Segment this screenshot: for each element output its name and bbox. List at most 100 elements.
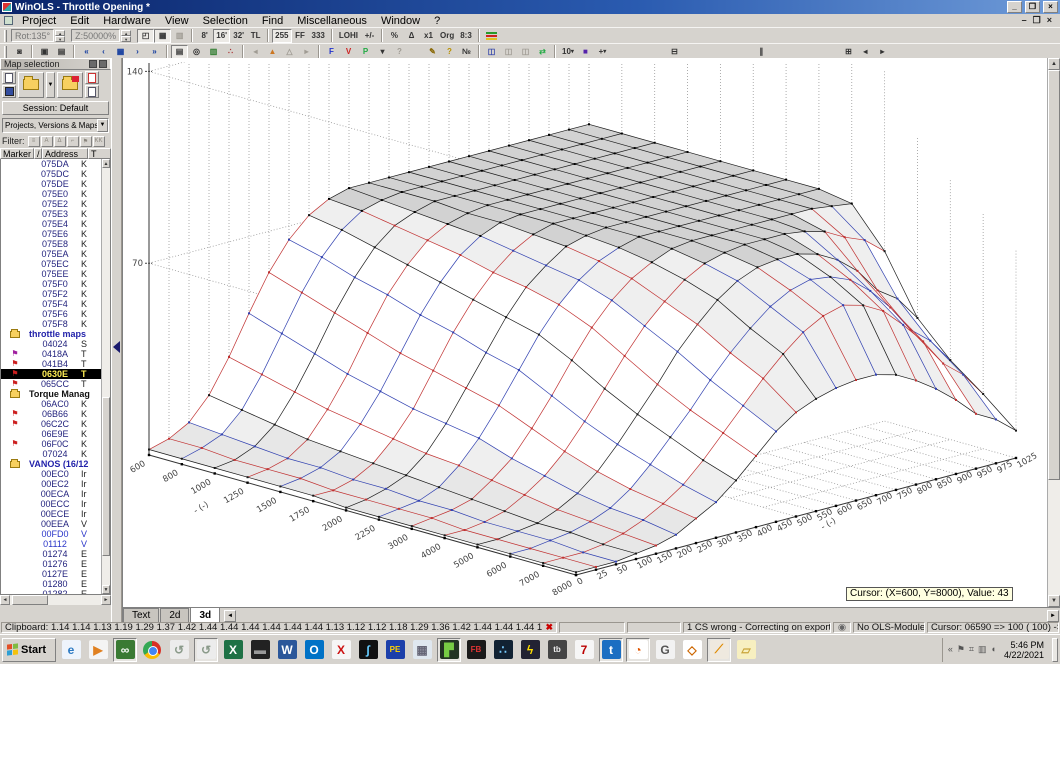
view-scroll-up-icon[interactable]: ▲ bbox=[1048, 58, 1060, 70]
menu-item-find[interactable]: Find bbox=[255, 15, 290, 27]
arrange-horizontal-button[interactable]: ⊟ bbox=[666, 45, 683, 59]
map-row[interactable]: 01280 E bbox=[1, 579, 110, 589]
tab-text[interactable]: Text bbox=[123, 608, 160, 622]
menu-item-miscellaneous[interactable]: Miscellaneous bbox=[290, 15, 374, 27]
map-row[interactable]: 075E2 K bbox=[1, 199, 110, 209]
preview-window-button[interactable]: ◎ bbox=[188, 45, 205, 59]
map-row[interactable]: 075F8 K bbox=[1, 319, 110, 329]
filter-button-1[interactable]: A bbox=[40, 135, 53, 147]
taskbar-security-app-button[interactable]: ◔ bbox=[626, 637, 650, 662]
display-octal-button[interactable]: 333 bbox=[309, 29, 328, 43]
zoom-level-button[interactable]: 10 ▾ bbox=[559, 45, 577, 59]
map-row[interactable]: 075F0 K bbox=[1, 279, 110, 289]
tab-3d[interactable]: 3d bbox=[190, 607, 221, 622]
map-row[interactable]: 075F4 K bbox=[1, 299, 110, 309]
menu-item-help[interactable]: ? bbox=[427, 15, 447, 27]
scroll-down-icon[interactable]: ▼ bbox=[102, 585, 110, 594]
view-2d-button[interactable]: ◰ bbox=[137, 28, 155, 43]
taskbar-eeprom-fb-button[interactable]: FB bbox=[464, 638, 488, 662]
splitter-collapse-icon[interactable] bbox=[113, 341, 120, 353]
taskbar-folder-button[interactable]: ▱ bbox=[734, 638, 758, 662]
new-map-button[interactable] bbox=[2, 71, 16, 84]
map-selection-toggle-button[interactable]: ▤ bbox=[171, 44, 188, 59]
map-row[interactable]: 075E4 K bbox=[1, 219, 110, 229]
map-row[interactable]: 0127E E bbox=[1, 569, 110, 579]
column-slash[interactable]: / bbox=[34, 148, 42, 159]
bookmark-next-button[interactable]: ▸ bbox=[298, 45, 315, 59]
map-folder-row[interactable]: throttle maps bbox=[1, 328, 110, 339]
scroll-up-icon[interactable]: ▲ bbox=[102, 159, 110, 168]
chart-view-3-button[interactable]: ◫ bbox=[517, 45, 534, 59]
filter-functions-button[interactable]: F bbox=[323, 45, 340, 59]
swap-axes-button[interactable]: ⇄ bbox=[534, 45, 551, 59]
byte-order-lohi-button[interactable]: LOHI bbox=[336, 29, 361, 43]
rotation-spinner[interactable]: Rot:135° ▲ ▼ bbox=[11, 29, 66, 42]
map-row[interactable]: 075DC K bbox=[1, 169, 110, 179]
taskbar-winols-button[interactable]: ∞ bbox=[113, 637, 137, 662]
arrange-grid-button[interactable]: ⊞ bbox=[840, 45, 857, 59]
map-folder-row[interactable]: Torque Manag bbox=[1, 388, 110, 399]
map-row[interactable]: 00FD0 V bbox=[1, 529, 110, 539]
map-folder-row[interactable]: VANOS (16/12 bbox=[1, 458, 110, 469]
filter-button-4[interactable]: ⚑ bbox=[79, 135, 92, 147]
view-scroll-down-icon[interactable]: ▼ bbox=[1048, 595, 1060, 607]
tray-flag-icon[interactable]: ⚑ bbox=[957, 644, 965, 655]
client-info-button[interactable]: ◙ bbox=[11, 45, 28, 59]
map-row[interactable]: 06AC0 K bbox=[1, 399, 110, 409]
save-button[interactable] bbox=[2, 85, 16, 98]
taskbar-thunderbird-button[interactable]: t bbox=[599, 637, 623, 662]
minimize-button[interactable]: _ bbox=[1007, 1, 1022, 13]
view-3d-button[interactable]: ▦ bbox=[154, 28, 172, 43]
connections-button[interactable]: ∴ bbox=[222, 45, 239, 59]
window-new-button[interactable]: ▣ bbox=[36, 45, 53, 59]
filter-values-button[interactable]: V bbox=[340, 45, 357, 59]
help-button[interactable]: ? bbox=[441, 45, 458, 59]
mdi-restore-button[interactable]: ❐ bbox=[1033, 15, 1041, 26]
map-panel-titlebar[interactable]: Map selection bbox=[0, 58, 111, 70]
bits-8-button[interactable]: 8' bbox=[196, 29, 213, 43]
taskbar-pe-tool-button[interactable]: PE bbox=[383, 638, 407, 662]
map-row[interactable]: 075EE K bbox=[1, 269, 110, 279]
taskbar-winols-project-button[interactable]: ▛ bbox=[437, 637, 461, 662]
map-row[interactable]: ⚑ 041B4 T bbox=[1, 359, 110, 369]
taskbar-seven-app-button[interactable]: 7 bbox=[572, 638, 596, 662]
taskbar-g-app-button[interactable]: G bbox=[653, 638, 677, 662]
signed-values-button[interactable]: +/- bbox=[361, 29, 378, 43]
scroll-right-icon[interactable]: ► bbox=[101, 595, 111, 605]
taskbar-ecm-titanium-2-button[interactable]: ↺ bbox=[194, 637, 218, 662]
mdi-minimize-button[interactable]: – bbox=[1022, 15, 1027, 26]
status-eye-icon[interactable]: ◉ bbox=[833, 622, 851, 633]
map-row[interactable]: ⚑ 0630E T bbox=[1, 369, 110, 379]
nav-first-button[interactable]: « bbox=[78, 45, 95, 59]
map-row[interactable]: 075EA K bbox=[1, 249, 110, 259]
taskbar-console-button[interactable]: ∫ bbox=[356, 638, 380, 662]
menu-item-view[interactable]: View bbox=[158, 15, 196, 27]
color-scale-button[interactable] bbox=[483, 29, 500, 43]
map-row[interactable]: ⚑ 06C2C K bbox=[1, 419, 110, 429]
display-hex-button[interactable]: FF bbox=[292, 29, 309, 43]
tray-show-hidden-icon[interactable]: « bbox=[948, 644, 953, 655]
taskbar-eprom-chip-button[interactable]: ▬ bbox=[248, 638, 272, 662]
zoom-value[interactable]: Z:50000% bbox=[71, 29, 121, 42]
map-row[interactable]: ⚑ 06F0C K bbox=[1, 439, 110, 449]
tab-scroll-right-icon[interactable]: ► bbox=[1047, 610, 1059, 622]
map-row[interactable]: 075DE K bbox=[1, 179, 110, 189]
map-panel-close-button[interactable] bbox=[99, 60, 107, 68]
map-row[interactable]: 075EC K bbox=[1, 259, 110, 269]
scope-combobox[interactable]: Projects, Versions & Maps: (Ctrl ▼ bbox=[2, 118, 109, 133]
open-project-button[interactable] bbox=[18, 71, 44, 98]
taskbar-wrench-tool-button[interactable]: ⟋ bbox=[707, 637, 731, 662]
bookmark-set-button[interactable]: △ bbox=[281, 45, 298, 59]
map-row[interactable]: 075E6 K bbox=[1, 229, 110, 239]
taskbar-ecm-titanium-1-button[interactable]: ↺ bbox=[167, 638, 191, 662]
map-row[interactable]: ⚑ 0418A T bbox=[1, 349, 110, 359]
import-project-button[interactable] bbox=[57, 71, 83, 98]
difference-mode-button[interactable]: Δ bbox=[403, 29, 420, 43]
toolbar-grip[interactable] bbox=[4, 29, 7, 42]
map-row[interactable]: 00ECA Ir bbox=[1, 489, 110, 499]
filter-button-5[interactable]: KK bbox=[92, 135, 105, 147]
taskbar-3d-box-app-button[interactable]: ◇ bbox=[680, 638, 704, 662]
tray-display-icon[interactable]: ▥ bbox=[978, 644, 987, 655]
map-row[interactable]: 01274 E bbox=[1, 549, 110, 559]
factor-x1-button[interactable]: x1 bbox=[420, 29, 437, 43]
